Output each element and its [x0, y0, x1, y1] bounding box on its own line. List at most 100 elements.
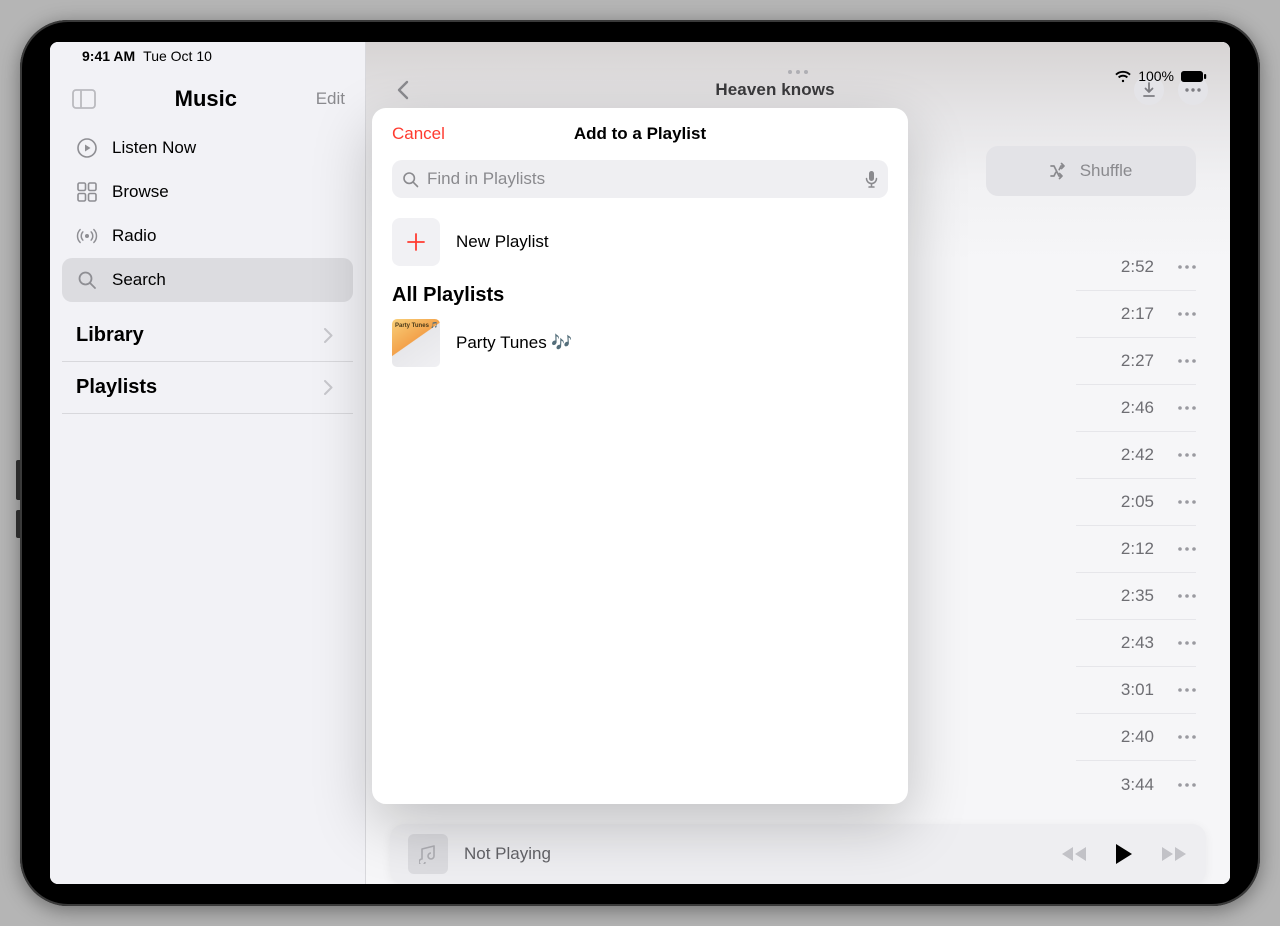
sidebar-item-label: Browse	[112, 182, 169, 202]
chevron-right-icon	[324, 380, 333, 395]
track-more-button[interactable]	[1178, 641, 1196, 645]
sidebar-toggle-icon[interactable]	[72, 89, 96, 109]
playback-controls	[1060, 843, 1188, 865]
track-more-button[interactable]	[1178, 594, 1196, 598]
status-bar-right: 100%	[1114, 68, 1208, 84]
track-row: 2:42	[1076, 432, 1196, 479]
track-row: 2:05	[1076, 479, 1196, 526]
wifi-icon	[1114, 70, 1132, 83]
track-more-button[interactable]	[1178, 688, 1196, 692]
rewind-button[interactable]	[1060, 845, 1088, 863]
forward-button[interactable]	[1160, 845, 1188, 863]
ipad-screen: 9:41 AM Tue Oct 10 Music Edit Listen Now	[50, 42, 1230, 884]
playlist-artwork	[392, 319, 440, 367]
section-label: Library	[76, 324, 144, 347]
track-row: 2:12	[1076, 526, 1196, 573]
search-icon	[402, 171, 419, 188]
track-more-button[interactable]	[1178, 783, 1196, 787]
page-title: Heaven knows	[428, 80, 1122, 100]
track-duration: 2:46	[1121, 398, 1154, 418]
grid-icon	[76, 181, 98, 203]
now-playing-bar[interactable]: Not Playing	[390, 824, 1206, 884]
multitask-dots-icon[interactable]	[788, 70, 808, 74]
sidebar-item-radio[interactable]: Radio	[62, 214, 353, 258]
track-duration: 2:43	[1121, 633, 1154, 653]
play-button[interactable]	[1114, 843, 1134, 865]
track-duration: 2:17	[1121, 304, 1154, 324]
hardware-button	[16, 510, 20, 538]
sidebar-section-playlists[interactable]: Playlists	[62, 362, 353, 414]
track-duration: 3:01	[1121, 680, 1154, 700]
track-duration: 2:52	[1121, 257, 1154, 277]
all-playlists-header: All Playlists	[372, 284, 908, 315]
sidebar-item-label: Listen Now	[112, 138, 196, 158]
track-duration: 2:35	[1121, 586, 1154, 606]
track-more-button[interactable]	[1178, 265, 1196, 269]
track-row: 2:35	[1076, 573, 1196, 620]
track-duration: 2:27	[1121, 351, 1154, 371]
edit-button[interactable]: Edit	[316, 89, 345, 109]
shuffle-icon	[1050, 162, 1070, 180]
track-duration: 2:42	[1121, 445, 1154, 465]
battery-icon	[1180, 70, 1208, 83]
track-more-button[interactable]	[1178, 547, 1196, 551]
status-bar: 9:41 AM Tue Oct 10	[72, 48, 212, 64]
search-field[interactable]	[392, 160, 888, 198]
track-row: 2:52	[1076, 244, 1196, 291]
modal-title: Add to a Playlist	[372, 124, 908, 144]
new-playlist-label: New Playlist	[456, 232, 549, 252]
sidebar-item-listen-now[interactable]: Listen Now	[62, 126, 353, 170]
sidebar-item-browse[interactable]: Browse	[62, 170, 353, 214]
sidebar: 9:41 AM Tue Oct 10 Music Edit Listen Now	[50, 42, 366, 884]
now-playing-label: Not Playing	[464, 844, 1044, 864]
microphone-icon[interactable]	[865, 170, 878, 189]
plus-icon	[392, 218, 440, 266]
section-label: Playlists	[76, 376, 157, 399]
track-row: 3:01	[1076, 667, 1196, 714]
playlist-row[interactable]: Party Tunes 🎶	[372, 315, 908, 371]
battery-text: 100%	[1138, 68, 1174, 84]
sidebar-item-label: Search	[112, 270, 166, 290]
track-row: 2:40	[1076, 714, 1196, 761]
track-row: 2:17	[1076, 291, 1196, 338]
track-row: 2:46	[1076, 385, 1196, 432]
track-more-button[interactable]	[1178, 406, 1196, 410]
shuffle-label: Shuffle	[1080, 161, 1133, 181]
playlist-name: Party Tunes 🎶	[456, 333, 573, 353]
status-time: 9:41 AM	[82, 48, 135, 64]
new-playlist-button[interactable]: New Playlist	[372, 212, 908, 284]
ipad-frame: 9:41 AM Tue Oct 10 Music Edit Listen Now	[20, 20, 1260, 906]
track-row: 2:27	[1076, 338, 1196, 385]
track-duration: 2:12	[1121, 539, 1154, 559]
track-more-button[interactable]	[1178, 312, 1196, 316]
track-row: 3:44	[1076, 761, 1196, 808]
cancel-button[interactable]: Cancel	[392, 124, 445, 144]
now-playing-artwork	[408, 834, 448, 874]
shuffle-button[interactable]: Shuffle	[986, 146, 1196, 196]
play-circle-icon	[76, 137, 98, 159]
track-more-button[interactable]	[1178, 500, 1196, 504]
track-duration: 3:44	[1121, 775, 1154, 795]
hardware-button	[16, 460, 20, 500]
track-duration: 2:05	[1121, 492, 1154, 512]
status-date: Tue Oct 10	[143, 48, 212, 64]
sidebar-item-label: Radio	[112, 226, 156, 246]
track-more-button[interactable]	[1178, 359, 1196, 363]
radio-icon	[76, 225, 98, 247]
search-input[interactable]	[427, 169, 857, 189]
back-button[interactable]	[388, 76, 416, 104]
sidebar-nav: Listen Now Browse Radio Search	[50, 126, 365, 302]
modal-header: Cancel Add to a Playlist	[372, 108, 908, 160]
track-more-button[interactable]	[1178, 735, 1196, 739]
sidebar-item-search[interactable]: Search	[62, 258, 353, 302]
track-list: 2:52 2:17 2:27 2:46 2:42 2:05 2:12 2:35 …	[1076, 244, 1196, 808]
track-duration: 2:40	[1121, 727, 1154, 747]
chevron-right-icon	[324, 328, 333, 343]
sidebar-title: Music	[96, 86, 316, 112]
track-row: 2:43	[1076, 620, 1196, 667]
sidebar-section-library[interactable]: Library	[62, 310, 353, 362]
search-icon	[76, 269, 98, 291]
add-to-playlist-modal: Cancel Add to a Playlist New Playlist Al…	[372, 108, 908, 804]
track-more-button[interactable]	[1178, 453, 1196, 457]
sidebar-header: Music Edit	[50, 82, 365, 126]
